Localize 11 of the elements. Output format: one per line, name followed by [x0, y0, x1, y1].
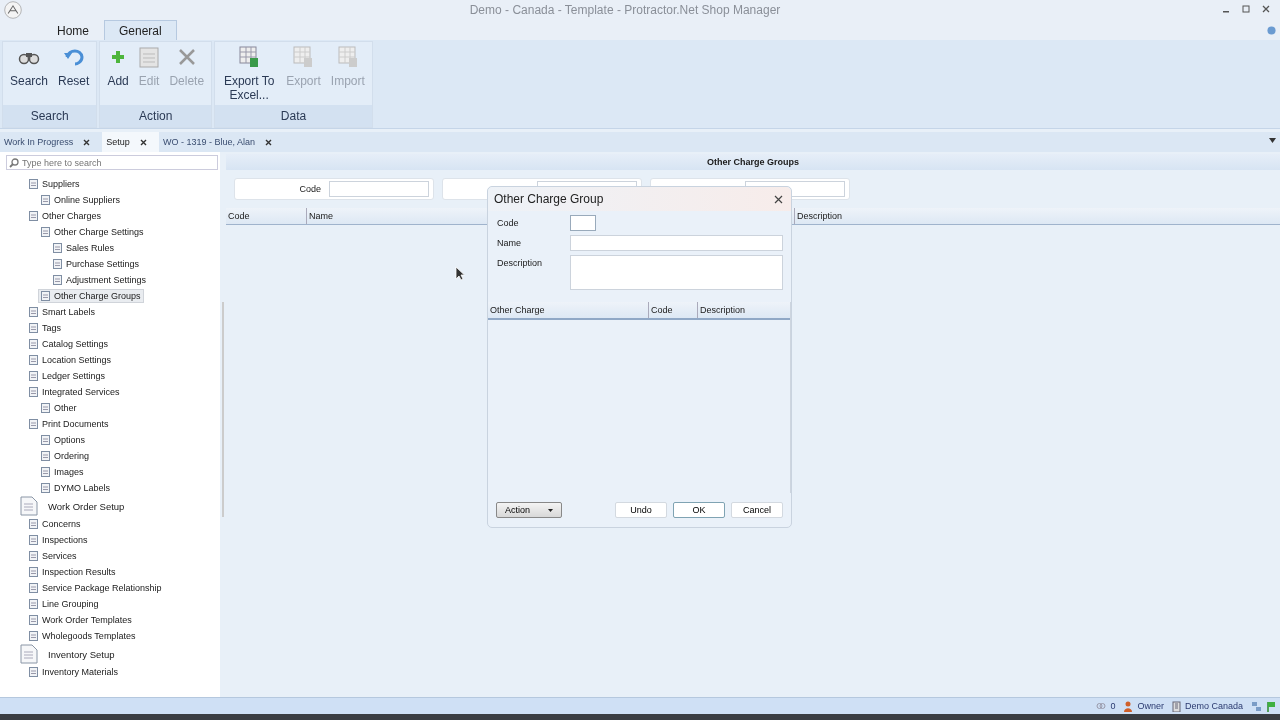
field-label: Code	[299, 184, 321, 194]
ribbon-group-label: Action	[100, 105, 212, 127]
window-title: Demo - Canada - Template - Protractor.Net Shop Manager	[468, 3, 782, 17]
page-title: Other Charge Groups	[707, 157, 799, 167]
ribbon-group-label: Data	[215, 105, 372, 127]
field-label: Description	[497, 257, 544, 268]
status-count: 0	[1110, 701, 1116, 711]
dialog-title: Other Charge Group	[494, 192, 604, 206]
field-label: Code	[497, 217, 520, 228]
field-label: Name	[497, 237, 522, 248]
ribbon-group-label: Search	[3, 105, 97, 127]
